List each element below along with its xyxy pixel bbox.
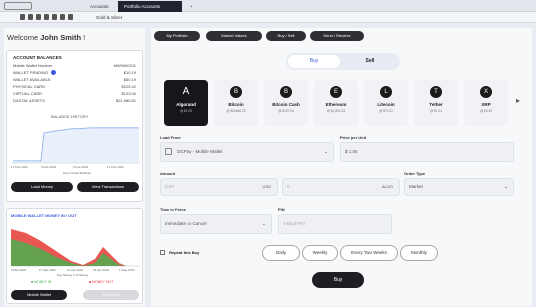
welcome-text: Welcome John Smith ! <box>7 33 86 42</box>
balance-row: Mobile Wallet Number MW0000211 <box>13 63 136 68</box>
account-balances-card: ACCOUNT BALANCES Mobile Wallet Number MW0… <box>6 50 143 202</box>
tab-portfolio-accounts[interactable]: Portfolio Accounts <box>118 1 182 12</box>
litecoin-icon: L <box>380 86 392 98</box>
chevron-down-icon: ⌄ <box>503 184 508 190</box>
more-icon[interactable] <box>68 14 73 20</box>
load-from-select[interactable]: DCPay - Mobile Wallet ⌄ <box>160 142 334 162</box>
align-icon[interactable] <box>44 14 49 20</box>
money-chart-x-label: Day Money In & Money <box>57 273 89 277</box>
mobile-wallet-title: MOBILE WALLET MONEY IN / OUT <box>11 213 77 218</box>
time-in-force-label: Time in Force <box>160 207 186 212</box>
sell-tab[interactable]: Sell <box>344 55 396 68</box>
buy-sell-toggle: Buy Sell <box>286 53 400 70</box>
repeat-monthly[interactable]: Monthly <box>400 245 438 261</box>
chevron-down-icon: ⌄ <box>261 221 266 227</box>
new-tab-button[interactable]: + <box>184 1 199 12</box>
amount-label: Amount <box>160 171 176 176</box>
order-type-select[interactable]: Market ⌄ <box>404 178 514 196</box>
bold-icon[interactable] <box>20 14 25 20</box>
asset-bitcoin-cash[interactable]: B Bitcoin Cash @ $197.04 <box>264 80 308 126</box>
legend-money-in: ■ MONEY IN <box>31 280 52 284</box>
wallet-icon <box>165 148 172 156</box>
pin-label: PIN <box>278 207 285 212</box>
balance-row: WALLET AVAILABLE $60.19 <box>13 77 136 82</box>
address-box[interactable] <box>4 2 32 10</box>
balances-title: ACCOUNT BALANCES <box>13 55 62 60</box>
amount-field[interactable]: 0.00 USD <box>160 178 278 196</box>
tab-accounts[interactable]: Accounts <box>84 1 115 12</box>
order-type-label: Order Type <box>404 171 426 176</box>
list-icon[interactable] <box>52 14 57 20</box>
load-from-label: Load From <box>160 135 181 140</box>
balance-row: DIGITAL ASSETS $21,980.81 <box>13 98 136 103</box>
algorand-icon: A <box>182 86 190 97</box>
pin-input[interactable]: 4-Digit PIN <box>278 214 392 234</box>
balance-history-x-label: Day Funded Balance <box>63 171 92 175</box>
nav-market-values[interactable]: Market Values <box>206 31 262 41</box>
checkbox-icon <box>160 250 165 256</box>
legend-money-out: ■ MONEY OUT <box>89 280 114 284</box>
mobile-wallet-button[interactable]: Mobile Wallet <box>11 290 67 300</box>
link-icon[interactable] <box>60 14 65 20</box>
asset-algorand[interactable]: A Algorand @ $1.05 <box>164 80 208 126</box>
repeat-weekly[interactable]: Weekly <box>302 245 338 261</box>
test-card-button[interactable]: Test Card <box>83 290 139 300</box>
buy-button[interactable]: Buy <box>312 272 364 288</box>
nav-send-receive[interactable]: Send / Receive <box>310 31 364 41</box>
money-in-out-chart <box>11 229 140 267</box>
italic-icon[interactable] <box>28 14 33 20</box>
price-field[interactable]: $ 1.05 <box>340 142 514 162</box>
repeat-buy-checkbox[interactable]: Repeat this Buy <box>160 250 199 256</box>
mobile-wallet-card: MOBILE WALLET MONEY IN / OUT 9 Mar 2022 … <box>6 208 143 304</box>
load-money-button[interactable]: Load Money <box>11 182 73 192</box>
toolbar-label[interactable]: Gold & Silver <box>96 15 122 20</box>
repeat-daily[interactable]: Daily <box>262 245 300 261</box>
nav-my-portfolio[interactable]: My Portfolio <box>154 31 200 41</box>
asset-xrp[interactable]: X XRP @ $0.43 <box>464 80 508 126</box>
asset-ethereum[interactable]: E Ethereum @ $1,801.03 <box>314 80 358 126</box>
asset-bitcoin[interactable]: B Bitcoin @ $26660.23 <box>214 80 258 126</box>
asset-litecoin[interactable]: L Litecoin @ $70.22 <box>364 80 408 126</box>
units-field[interactable]: 0 ALGO <box>282 178 400 196</box>
time-in-force-select[interactable]: Immediate or Cancel ⌄ <box>160 214 272 234</box>
balance-row: PHYSICAL CARD $225.42 <box>13 84 136 89</box>
balance-row: VIRTUAL CARD $123.00 <box>13 91 136 96</box>
buy-tab[interactable]: Buy <box>288 55 340 68</box>
balance-history-chart <box>11 127 140 164</box>
repeat-every-two-weeks[interactable]: Every Two Weeks <box>340 245 398 261</box>
bitcoin-icon: B <box>230 86 242 98</box>
underline-icon[interactable] <box>36 14 41 20</box>
tab-bar: Accounts Portfolio Accounts + <box>0 0 536 12</box>
xrp-icon: X <box>480 86 492 98</box>
nav-buy-sell[interactable]: Buy / Sell <box>266 31 306 41</box>
toolbar <box>0 12 536 23</box>
balance-row: WALLET PENDING $10.19 <box>13 70 136 76</box>
tether-icon: T <box>430 86 442 98</box>
ethereum-icon: E <box>330 86 342 98</box>
view-transactions-button[interactable]: View Transactions <box>77 182 139 192</box>
bitcoin-cash-icon: B <box>280 86 292 98</box>
chevron-right-icon[interactable]: ▸ <box>516 96 520 105</box>
asset-tether[interactable]: T Tether @ $1.01 <box>414 80 458 126</box>
price-label: Price per Unit <box>340 135 367 140</box>
info-icon[interactable] <box>51 70 57 76</box>
chevron-down-icon: ⌄ <box>323 149 328 155</box>
